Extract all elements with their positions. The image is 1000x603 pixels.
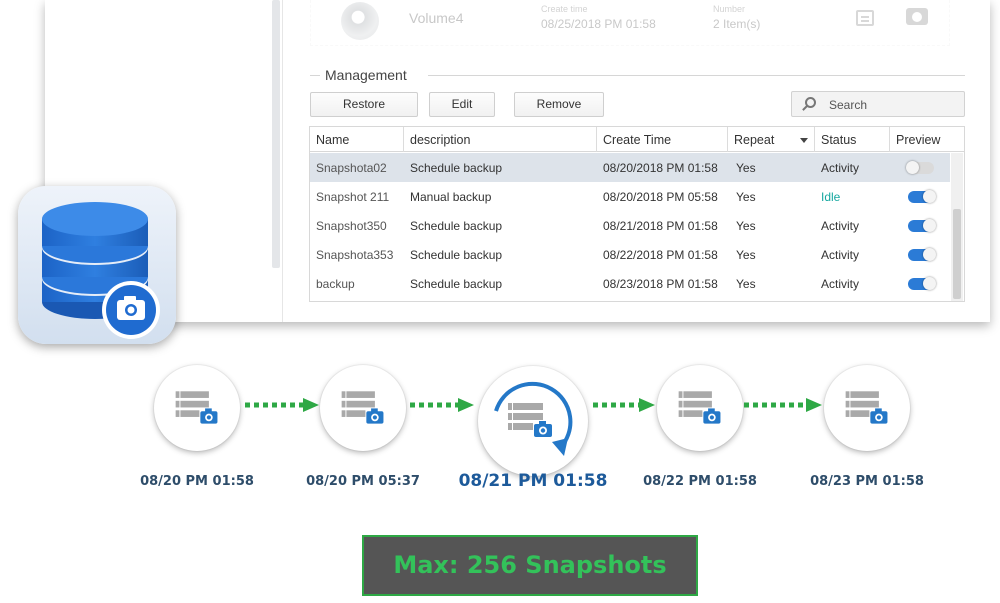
volume-name: Volume4	[409, 10, 464, 26]
snapshot-repeat: Yes	[736, 190, 756, 204]
snapshot-time: 08/22 PM 01:58	[643, 474, 757, 489]
snapshot-status: Activity	[821, 219, 860, 233]
snapshot-description: Schedule backup	[410, 161, 503, 175]
preview-toggle[interactable]	[908, 190, 936, 203]
snapshot-description: Manual backup	[410, 190, 492, 204]
arrow-right-icon	[410, 398, 474, 412]
snapshot-repeat: Yes	[736, 248, 756, 262]
snapshot-create-time: 08/21/2018 PM 01:58	[603, 219, 718, 233]
volume-time-label: Create time	[541, 4, 588, 14]
snapshot-repeat: Yes	[736, 161, 756, 175]
remove-button[interactable]: Remove	[514, 92, 604, 117]
search-icon	[805, 97, 816, 108]
management-title: Management	[325, 67, 407, 83]
snapshot-status: Idle	[821, 190, 841, 204]
preview-toggle[interactable]	[906, 161, 934, 174]
column-header-create-time[interactable]: Create Time	[597, 127, 728, 152]
camera-icon[interactable]	[906, 8, 928, 25]
snapshot-create-time: 08/20/2018 PM 01:58	[603, 161, 718, 175]
snapshot-time: 08/23 PM 01:58	[810, 474, 924, 489]
volume-items: 2 Item(s)	[713, 17, 761, 31]
table-row[interactable]: Snapshot350 Schedule backup 08/21/2018 PM …	[310, 211, 950, 240]
max-snapshots-banner: Max: 256 Snapshots	[362, 535, 698, 596]
scrollbar-thumb[interactable]	[953, 209, 961, 299]
snapshot-description: Schedule backup	[410, 248, 503, 262]
snapshot-name: Snapshot350	[316, 219, 387, 233]
snapshot-time: 08/20 PM 05:37	[306, 474, 420, 489]
snapshot-node	[154, 365, 240, 451]
edit-button[interactable]: Edit	[429, 92, 495, 117]
arrow-right-icon	[744, 398, 822, 412]
snapshot-table: Name description Create Time Repeat Stat…	[309, 126, 965, 302]
snapshot-create-time: 08/23/2018 PM 01:58	[603, 277, 718, 291]
snapshot-name: Snapshota02	[316, 161, 387, 175]
arrow-right-icon	[245, 398, 319, 412]
snapshot-description: Schedule backup	[410, 219, 503, 233]
current-snapshot-time: 08/21 PM 01:58	[458, 471, 608, 491]
server-camera-icon	[335, 378, 392, 440]
column-header-status[interactable]: Status	[815, 127, 890, 152]
details-icon[interactable]	[856, 10, 874, 26]
column-header-name[interactable]: Name	[310, 127, 404, 152]
arrow-right-icon	[593, 398, 655, 412]
table-row[interactable]: backup Schedule backup 08/23/2018 PM 01:58…	[310, 269, 950, 298]
snapshot-status: Activity	[821, 161, 860, 175]
snapshot-name: Snapshota353	[316, 248, 394, 262]
table-row[interactable]: Snapshot 211 Manual backup 08/20/2018 PM 0…	[310, 182, 950, 211]
table-scrollbar[interactable]	[951, 153, 963, 301]
column-header-preview[interactable]: Preview	[890, 127, 964, 152]
volume-count-label: Number	[713, 4, 746, 14]
panel-divider	[282, 0, 283, 322]
table-header: Name description Create Time Repeat Stat…	[310, 127, 964, 152]
restore-button[interactable]: Restore	[310, 92, 418, 117]
preview-toggle[interactable]	[908, 277, 936, 290]
app-window: Volume4 Create time 08/25/2018 PM 01:58 …	[45, 0, 990, 322]
column-header-description[interactable]: description	[404, 127, 597, 152]
snapshot-create-time: 08/20/2018 PM 05:58	[603, 190, 718, 204]
snapshot-name: backup	[316, 277, 355, 291]
volume-date: 08/25/2018 PM 01:58	[541, 17, 656, 31]
snapshot-time: 08/20 PM 01:58	[140, 474, 254, 489]
snapshot-description: Schedule backup	[410, 277, 503, 291]
snapshot-repeat: Yes	[736, 277, 756, 291]
rotate-arrow-icon	[494, 381, 573, 456]
volume-row[interactable]: Volume4 Create time 08/25/2018 PM 01:58 …	[310, 0, 950, 46]
section-divider-right	[428, 75, 965, 76]
snapshot-status: Activity	[821, 277, 860, 291]
snapshot-repeat: Yes	[736, 219, 756, 233]
current-snapshot-node	[478, 366, 588, 476]
column-header-repeat-label: Repeat	[734, 133, 775, 147]
table-row[interactable]: Snapshota02 Schedule backup 08/20/2018 PM …	[310, 153, 950, 182]
server-camera-icon	[839, 378, 896, 440]
search-input[interactable]: Search	[791, 91, 965, 117]
snapshot-status: Activity	[821, 248, 860, 262]
snapshot-node	[320, 365, 406, 451]
section-divider-left	[310, 75, 320, 76]
column-header-repeat[interactable]: Repeat	[728, 127, 815, 152]
preview-toggle[interactable]	[908, 219, 936, 232]
snapshot-node	[657, 365, 743, 451]
disk-icon	[341, 2, 379, 40]
snapshot-name: Snapshot 211	[316, 190, 390, 204]
server-camera-icon	[672, 378, 729, 440]
snapshot-node	[824, 365, 910, 451]
table-row[interactable]: Snapshota353 Schedule backup 08/22/2018 PM…	[310, 240, 950, 269]
snapshot-create-time: 08/22/2018 PM 01:58	[603, 248, 718, 262]
database-camera-icon	[18, 186, 176, 344]
preview-toggle[interactable]	[908, 248, 936, 261]
left-panel-scrollbar[interactable]	[272, 0, 280, 268]
search-placeholder: Search	[829, 98, 868, 112]
server-camera-icon	[169, 378, 226, 440]
caret-down-icon	[800, 138, 808, 143]
